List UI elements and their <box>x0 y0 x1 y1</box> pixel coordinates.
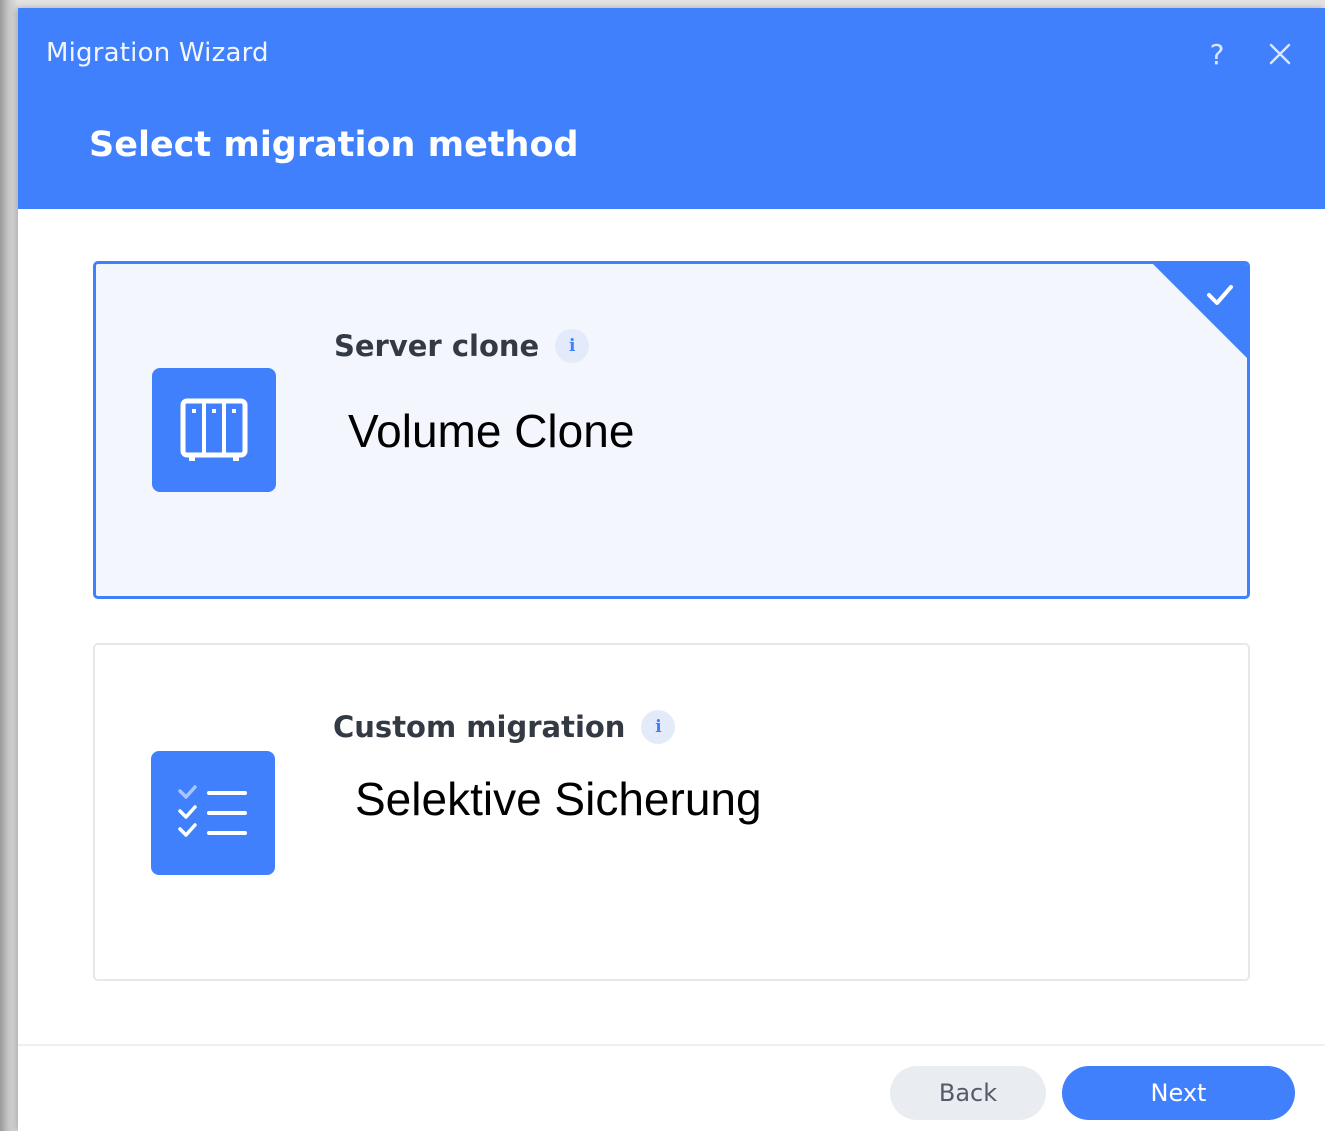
option-description: Selektive Sicherung <box>355 773 762 825</box>
option-card-custom-migration[interactable]: Custom migration i Selektive Sicherung <box>93 643 1250 981</box>
option-title-row: Server clone i <box>334 329 590 363</box>
back-button[interactable]: Back <box>890 1066 1046 1120</box>
info-icon[interactable]: i <box>555 329 590 363</box>
option-title-row: Custom migration i <box>333 710 676 744</box>
dialog-header: Migration Wizard ? Select migration meth… <box>18 8 1325 209</box>
footer-divider <box>18 1044 1325 1046</box>
option-description: Volume Clone <box>348 405 635 457</box>
close-icon <box>1269 43 1291 65</box>
page-title: Select migration method <box>89 125 579 165</box>
help-button[interactable]: ? <box>1199 36 1235 72</box>
option-title: Custom migration <box>333 710 626 744</box>
option-title: Server clone <box>334 329 540 363</box>
window-title: Migration Wizard <box>46 38 269 68</box>
close-button[interactable] <box>1262 36 1298 72</box>
question-mark-icon: ? <box>1209 37 1225 71</box>
next-button[interactable]: Next <box>1062 1066 1295 1120</box>
checklist-icon <box>151 751 275 875</box>
info-icon[interactable]: i <box>641 710 676 744</box>
selected-check-flag <box>1153 264 1247 358</box>
server-drives-icon <box>152 368 276 492</box>
migration-wizard-dialog: Migration Wizard ? Select migration meth… <box>18 8 1325 1131</box>
option-card-server-clone[interactable]: Server clone i Volume Clone <box>93 261 1250 599</box>
